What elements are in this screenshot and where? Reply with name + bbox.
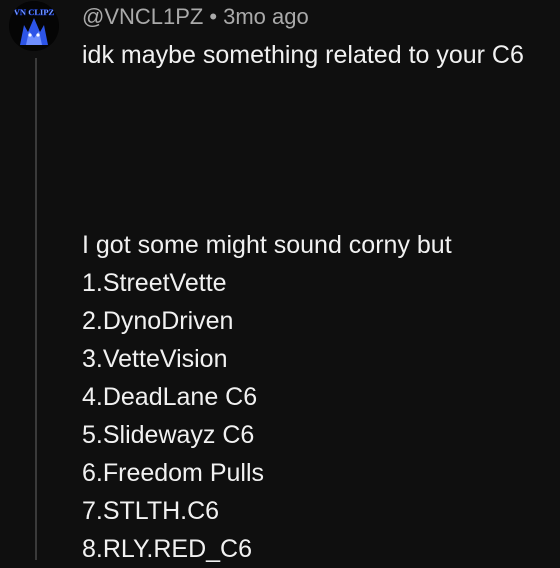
comment-text-line: 6.Freedom Pulls — [82, 459, 265, 487]
comment-header: @VNCL1PZ • 3mo ago — [82, 3, 309, 31]
comment-body: idk maybe something related to your C6 I … — [82, 36, 560, 568]
comment-text-line — [82, 112, 560, 150]
comment-text-line: idk maybe something related to your C6 — [82, 41, 524, 69]
comment-text-line — [82, 150, 560, 188]
avatar-logo-text: VN CLIPZ — [14, 7, 55, 17]
comment-text-line: 1.StreetVette — [82, 269, 227, 297]
comment-text-line — [82, 188, 560, 226]
comment-text-line: 8.RLY.RED_C6 — [82, 535, 252, 563]
timestamp[interactable]: 3mo ago — [223, 4, 309, 29]
wolf-logo-icon: VN CLIPZ — [9, 1, 59, 51]
meta-separator: • — [209, 4, 218, 29]
comment-text-line: 4.DeadLane C6 — [82, 383, 258, 411]
avatar[interactable]: VN CLIPZ — [9, 1, 59, 51]
reply-thread-line — [35, 58, 37, 560]
comment-text-line: 2.DynoDriven — [82, 307, 234, 335]
comment-text-line: 5.Slidewayz C6 — [82, 421, 255, 449]
comment-text-line — [82, 74, 560, 112]
comment-text-line: 7.STLTH.C6 — [82, 497, 220, 525]
username-link[interactable]: @VNCL1PZ — [82, 4, 203, 29]
comment-text-line: I got some might sound corny but — [82, 231, 452, 259]
comment-text-line: 3.VetteVision — [82, 345, 228, 373]
